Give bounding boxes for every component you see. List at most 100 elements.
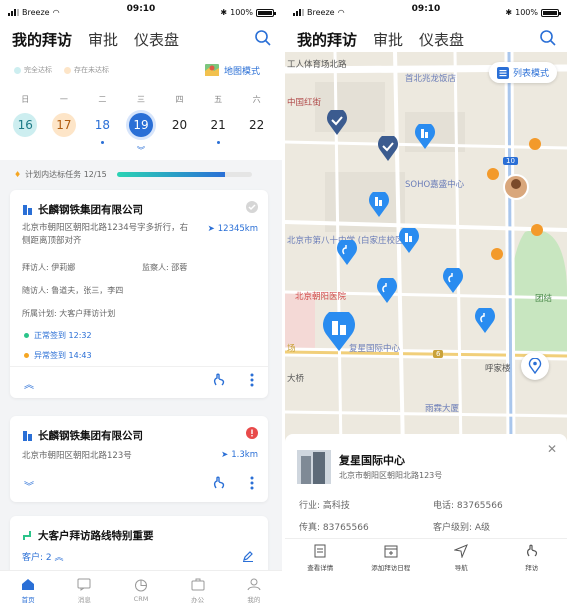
- poi-dot[interactable]: [529, 138, 541, 150]
- list-view-screen: Breeze ◠ 09:10 ✱ 100% 我的拜访 审批 仪表盘 完全达标 存在未…: [0, 0, 282, 610]
- date-18-label: 18: [94, 118, 111, 132]
- industry: 行业: 高科技: [299, 501, 350, 511]
- week-calendar: 日 一 二 三 四 五 六 16 17 18 19 20 21 22 ︾: [0, 94, 282, 156]
- nav-home[interactable]: 首页: [21, 578, 35, 604]
- check-circle-icon: [246, 201, 258, 213]
- progress-row: ♦ 计划内达标任务 12/15: [14, 168, 272, 180]
- date-19-label: 19: [133, 118, 149, 132]
- visited-pin[interactable]: [378, 136, 398, 162]
- weekday-mon: 一: [59, 95, 68, 104]
- visit-pin[interactable]: [377, 278, 397, 304]
- battery-percent: 100%: [230, 8, 253, 17]
- map-label-soho: SOHO嘉盛中心: [405, 180, 465, 190]
- orange-dot: [24, 353, 29, 358]
- customer-count-text: 客户: 2: [22, 553, 52, 563]
- map-mode-label: 地图模式: [223, 66, 260, 77]
- card-title: 长麟钢铁集团有限公司: [22, 202, 143, 217]
- search-icon[interactable]: [254, 29, 272, 47]
- nav-messages[interactable]: 消息: [77, 578, 91, 604]
- date-22[interactable]: 22: [245, 113, 269, 137]
- weekday-fri: 五: [214, 95, 223, 104]
- visit-hand-icon[interactable]: [212, 476, 226, 490]
- customer-pin[interactable]: [415, 124, 435, 150]
- view-details-button[interactable]: 查看详情: [290, 544, 350, 572]
- visit-pin[interactable]: [443, 268, 463, 294]
- customer-count[interactable]: 客户: 2 ︽: [22, 550, 64, 563]
- close-icon[interactable]: ✕: [547, 442, 557, 456]
- card-actions: [212, 373, 254, 387]
- expand-icon[interactable]: ︾: [24, 478, 34, 493]
- nav-crm-label: CRM: [133, 594, 149, 603]
- visit-card[interactable]: 长麟钢铁集团有限公司 北京市朝阳区朝阳北路1234号字多折行，右侧距离顶部对齐 …: [10, 190, 268, 398]
- edit-icon[interactable]: [242, 550, 254, 562]
- search-icon[interactable]: [539, 29, 557, 47]
- more-icon[interactable]: [250, 476, 254, 490]
- selected-customer-pin[interactable]: [323, 312, 355, 352]
- date-20[interactable]: 20: [168, 113, 192, 137]
- visit-dot: [217, 141, 221, 144]
- checkin-abnormal: 异常签到 14:43: [24, 350, 92, 361]
- visit-pin[interactable]: [475, 308, 495, 334]
- more-icon[interactable]: [250, 373, 254, 387]
- nav-crm[interactable]: CRM: [133, 579, 149, 603]
- divider: [10, 366, 268, 367]
- tab-dashboard[interactable]: 仪表盘: [419, 29, 464, 50]
- green-dot: [24, 333, 29, 338]
- company-name: 长麟钢铁集团有限公司: [38, 430, 143, 442]
- bluetooth-icon: ✱: [220, 8, 228, 17]
- route-card[interactable]: 大客户拜访路线特别重要 客户: 2 ︽: [10, 516, 268, 576]
- map-label-fuxing: 复星国际中心: [349, 344, 401, 354]
- customer-pin[interactable]: [399, 228, 419, 254]
- poi-dot[interactable]: [491, 248, 503, 260]
- visit-button[interactable]: 拜访: [502, 544, 562, 572]
- road-shield-6: 6: [433, 350, 444, 358]
- visited-pin[interactable]: [327, 110, 347, 136]
- date-17[interactable]: 17: [51, 113, 76, 137]
- date-18[interactable]: 18: [90, 113, 114, 144]
- poi-dot[interactable]: [531, 224, 543, 236]
- add-visit-schedule-button[interactable]: 添加拜访日程: [361, 544, 421, 572]
- phone[interactable]: 电话: 83765566: [433, 498, 503, 511]
- customer-pin[interactable]: [369, 192, 389, 218]
- tab-my-visits[interactable]: 我的拜访: [297, 29, 357, 50]
- checkin-abnormal-text: 异常签到 14:43: [34, 351, 92, 360]
- poi-dot[interactable]: [487, 168, 499, 180]
- visit-label: 拜访: [525, 564, 539, 572]
- tab-approval[interactable]: 审批: [373, 29, 403, 50]
- visit-card[interactable]: 长麟钢铁集团有限公司 北京市朝阳区朝阳北路123号 ➤ 1.3km ︾: [10, 416, 268, 502]
- list-mode-button[interactable]: 列表模式: [488, 62, 557, 83]
- map-canvas[interactable]: 工人体育场北路 首北兆龙饭店 中国红街 SOHO嘉盛中心 北京市第八十中学 (白…: [285, 52, 567, 452]
- weekday-tue: 二: [98, 95, 107, 104]
- nav-mine-label: 我的: [247, 595, 261, 604]
- tab-approval[interactable]: 审批: [88, 29, 118, 50]
- user-avatar-marker[interactable]: [503, 174, 529, 200]
- distance: ➤ 1.3km: [221, 450, 258, 460]
- route-title: 大客户拜访路线特别重要: [22, 528, 154, 543]
- customer-name: 复星国际中心: [339, 454, 405, 467]
- locate-button[interactable]: [521, 352, 549, 380]
- card-actions: [212, 476, 254, 490]
- divider: [285, 538, 567, 539]
- date-16[interactable]: 16: [13, 113, 38, 137]
- map-label-hotel: 首北兆龙饭店: [405, 74, 457, 84]
- visitor: 拜访人: 伊莉娜: [22, 263, 76, 272]
- map-label-field: 场: [287, 344, 296, 354]
- expand-calendar-icon[interactable]: ︾: [0, 145, 282, 156]
- nav-mine[interactable]: 我的: [247, 578, 261, 604]
- map-mode-button[interactable]: 地图模式: [204, 62, 260, 78]
- building-icon: [23, 431, 32, 441]
- tab-dashboard[interactable]: 仪表盘: [134, 29, 179, 50]
- navigate-button[interactable]: 导航: [431, 544, 491, 572]
- collapse-icon[interactable]: ︽: [24, 376, 34, 391]
- date-19-selected[interactable]: 19: [128, 113, 153, 137]
- legend-done-dot: [14, 66, 21, 74]
- user-icon: [247, 578, 261, 590]
- tab-my-visits[interactable]: 我的拜访: [12, 29, 72, 50]
- building-icon: [23, 205, 32, 215]
- visit-hand-icon[interactable]: [212, 373, 226, 387]
- nav-office[interactable]: 办公: [191, 578, 205, 604]
- date-21[interactable]: 21: [206, 113, 230, 144]
- customer-level: 客户级别: A级: [433, 523, 491, 533]
- visit-pin[interactable]: [337, 240, 357, 266]
- distance: ➤ 12345km: [208, 224, 258, 234]
